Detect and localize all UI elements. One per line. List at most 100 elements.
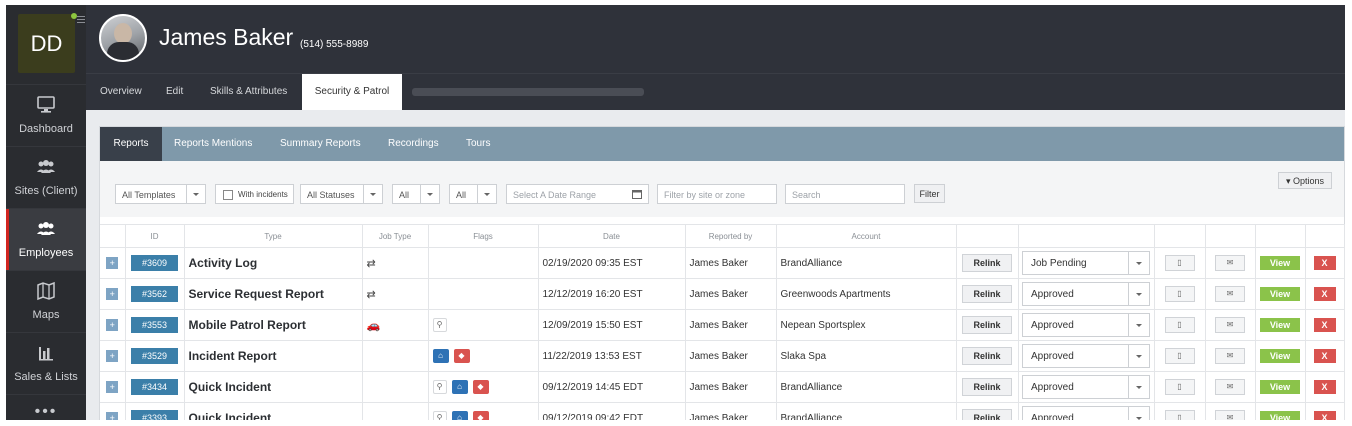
status-select[interactable]: Job Pending — [1022, 251, 1150, 275]
date-range-input[interactable]: Select A Date Range — [506, 184, 649, 204]
relink-button[interactable]: Relink — [962, 347, 1012, 365]
status-select[interactable]: Approved — [1022, 406, 1150, 420]
home-flag-icon[interactable]: ⌂ — [451, 380, 468, 394]
expand-row-button[interactable]: + — [106, 319, 119, 331]
status-select[interactable]: Approved — [1022, 313, 1150, 337]
home-flag-icon[interactable]: ⌂ — [432, 349, 449, 363]
column-header[interactable]: Reported by — [685, 224, 777, 248]
expand-row-button[interactable]: + — [106, 288, 119, 300]
options-button[interactable]: ▾ Options — [1278, 172, 1332, 189]
templates-select[interactable]: All Templates — [115, 184, 206, 204]
column-header[interactable]: Type — [184, 224, 363, 248]
delete-button[interactable]: X — [1313, 318, 1336, 332]
delete-button[interactable]: X — [1313, 380, 1336, 394]
employee-header: James Baker (514) 555-8989 — [86, 5, 1345, 73]
expand-row-button[interactable]: + — [106, 350, 119, 362]
with-incidents-checkbox[interactable]: With incidents — [215, 184, 294, 204]
view-button[interactable]: View — [1260, 349, 1300, 363]
status-select[interactable]: Approved — [1022, 375, 1150, 399]
view-button[interactable]: View — [1260, 411, 1300, 420]
expand-row-button[interactable]: + — [106, 381, 119, 393]
delete-button[interactable]: X — [1313, 411, 1336, 420]
tag-flag-icon[interactable]: ◆ — [472, 411, 489, 420]
relink-button[interactable]: Relink — [962, 409, 1012, 420]
tab-overview[interactable]: Overview — [100, 74, 142, 110]
employee-name: James Baker — [159, 24, 294, 50]
pin-flag-icon[interactable]: ⚲ — [432, 380, 447, 394]
relink-button[interactable]: Relink — [962, 285, 1012, 303]
checkbox-box[interactable] — [223, 190, 233, 200]
sidebar-more[interactable]: ••• — [6, 394, 86, 420]
email-icon[interactable]: ✉ — [1215, 255, 1245, 271]
report-id-badge[interactable]: #3609 — [131, 255, 178, 271]
subtab-reports[interactable]: Reports — [100, 127, 162, 161]
menu-icon[interactable] — [77, 16, 85, 25]
column-header[interactable]: Date — [538, 224, 686, 248]
tab-edit[interactable]: Edit — [166, 74, 183, 110]
delete-button[interactable]: X — [1313, 256, 1336, 270]
status-select[interactable]: Approved — [1022, 282, 1150, 306]
pdf-icon[interactable]: ▯ — [1164, 410, 1195, 420]
report-id-badge[interactable]: #3562 — [131, 286, 178, 302]
column-header[interactable]: Flags — [428, 224, 539, 248]
status-select[interactable]: Approved — [1022, 344, 1150, 368]
sidebar: DD Dashboard Sites (Client) Employees Ma… — [6, 5, 86, 420]
pdf-icon[interactable]: ▯ — [1164, 348, 1195, 364]
sidebar-item-employees[interactable]: Employees — [6, 208, 86, 270]
blurred-tabs — [412, 88, 644, 96]
view-button[interactable]: View — [1260, 318, 1300, 332]
email-icon[interactable]: ✉ — [1215, 348, 1245, 364]
tag-flag-icon[interactable]: ◆ — [472, 380, 489, 394]
report-id-badge[interactable]: #3393 — [131, 410, 178, 420]
view-button[interactable]: View — [1260, 380, 1300, 394]
pin-flag-icon[interactable]: ⚲ — [432, 411, 447, 420]
home-flag-icon[interactable]: ⌂ — [451, 411, 468, 420]
status-select-value: Job Pending — [1031, 258, 1087, 269]
account-name: BrandAlliance — [780, 381, 843, 393]
org-logo[interactable]: DD — [18, 13, 77, 73]
sidebar-item-sites[interactable]: Sites (Client) — [6, 146, 86, 208]
email-icon[interactable]: ✉ — [1215, 379, 1245, 395]
relink-button[interactable]: Relink — [962, 378, 1012, 396]
sidebar-item-dashboard[interactable]: Dashboard — [6, 84, 86, 146]
sidebar-item-sales-lists[interactable]: Sales & Lists — [6, 332, 86, 394]
subtab-summary-reports[interactable]: Summary Reports — [280, 127, 361, 161]
delete-button[interactable]: X — [1313, 349, 1336, 363]
column-header[interactable]: Job Type — [362, 224, 429, 248]
site-zone-filter-input[interactable]: Filter by site or zone — [657, 184, 777, 204]
pin-flag-icon[interactable]: ⚲ — [432, 318, 447, 332]
tab-security-patrol[interactable]: Security & Patrol — [302, 74, 402, 110]
pdf-icon[interactable]: ▯ — [1164, 255, 1195, 271]
column-header[interactable]: Account — [776, 224, 957, 248]
relink-button[interactable]: Relink — [962, 254, 1012, 272]
email-icon[interactable]: ✉ — [1215, 410, 1245, 420]
filter-select-a[interactable]: All — [392, 184, 440, 204]
report-type: Quick Incident — [188, 411, 272, 420]
subtab-tours[interactable]: Tours — [466, 127, 490, 161]
expand-row-button[interactable]: + — [106, 257, 119, 269]
search-input[interactable]: Search — [785, 184, 905, 204]
tag-flag-icon[interactable]: ◆ — [453, 349, 470, 363]
app-window: DD Dashboard Sites (Client) Employees Ma… — [6, 5, 1345, 420]
email-icon[interactable]: ✉ — [1215, 286, 1245, 302]
email-icon[interactable]: ✉ — [1215, 317, 1245, 333]
expand-row-button[interactable]: + — [106, 412, 119, 420]
subtab-recordings[interactable]: Recordings — [388, 127, 439, 161]
relink-button[interactable]: Relink — [962, 316, 1012, 334]
tab-skills-attributes[interactable]: Skills & Attributes — [210, 74, 287, 110]
delete-button[interactable]: X — [1313, 287, 1336, 301]
filter-select-b[interactable]: All — [449, 184, 497, 204]
report-id-badge[interactable]: #3553 — [131, 317, 178, 333]
report-id-badge[interactable]: #3434 — [131, 379, 178, 395]
statuses-select[interactable]: All Statuses — [300, 184, 383, 204]
pdf-icon[interactable]: ▯ — [1164, 317, 1195, 333]
filter-button[interactable]: Filter — [914, 184, 945, 203]
view-button[interactable]: View — [1260, 287, 1300, 301]
pdf-icon[interactable]: ▯ — [1164, 286, 1195, 302]
sidebar-item-maps[interactable]: Maps — [6, 270, 86, 332]
column-header[interactable]: ID — [125, 224, 185, 248]
pdf-icon[interactable]: ▯ — [1164, 379, 1195, 395]
report-id-badge[interactable]: #3529 — [131, 348, 178, 364]
view-button[interactable]: View — [1260, 256, 1300, 270]
subtab-reports-mentions[interactable]: Reports Mentions — [174, 127, 252, 161]
